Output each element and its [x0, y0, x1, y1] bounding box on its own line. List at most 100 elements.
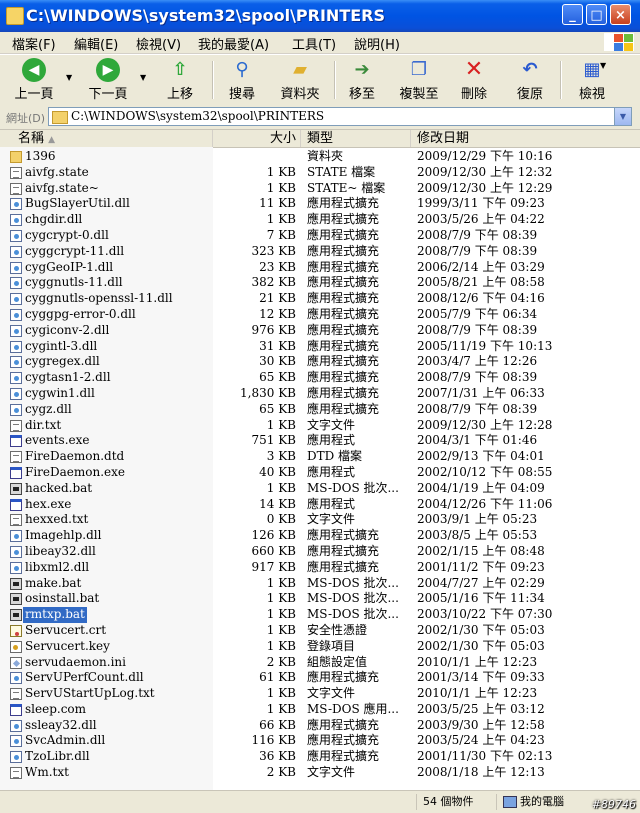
back-dropdown-icon[interactable]: ▼ [66, 73, 72, 82]
file-date: 2002/9/13 下午 04:01 [417, 449, 545, 464]
folders-button[interactable]: ▰ 資料夾 [274, 58, 326, 102]
file-row[interactable]: cyggnutls-openssl-11.dll 21 KB 應用程式擴充 2008/… [0, 291, 640, 307]
copy-to-button[interactable]: ❐ 複製至 [392, 58, 446, 102]
file-size: 751 KB [251, 433, 296, 448]
file-size: 1 KB [266, 164, 296, 179]
file-row[interactable]: 1396 資料夾 2009/12/29 下午 10:16 [0, 149, 640, 165]
file-row[interactable]: Servucert.crt 1 KB 安全性憑證 2002/1/30 下午 05:03 [0, 623, 640, 639]
file-date: 2003/8/5 上午 05:53 [417, 528, 538, 543]
file-row[interactable]: cygwin1.dll 1,830 KB 應用程式擴充 2007/1/31 上午 06… [0, 386, 640, 402]
file-row[interactable]: servudaemon.ini 2 KB 組態設定值 2010/1/1 上午 12:2… [0, 655, 640, 671]
search-icon: ⚲ [235, 59, 249, 80]
file-name: servudaemon.ini [25, 654, 126, 669]
file-row[interactable]: ServUStartUpLog.txt 1 KB 文字文件 2010/1/1 上午 1… [0, 686, 640, 702]
file-row[interactable]: FireDaemon.dtd 3 KB DTD 檔案 2002/9/13 下午 04:… [0, 449, 640, 465]
file-name: BugSlayerUtil.dll [25, 196, 130, 211]
views-dropdown-icon[interactable]: ▼ [600, 61, 606, 70]
file-row[interactable]: aivfg.state~ 1 KB STATE~ 檔案 2009/12/30 上午 1… [0, 181, 640, 197]
file-size: 40 KB [259, 464, 296, 479]
file-row[interactable]: Imagehlp.dll 126 KB 應用程式擴充 2003/8/5 上午 05:5… [0, 528, 640, 544]
folder-file-icon [10, 151, 22, 163]
file-row[interactable]: cygregex.dll 30 KB 應用程式擴充 2003/4/7 上午 12:26 [0, 354, 640, 370]
undo-button[interactable]: ↶ 復原 [510, 58, 550, 102]
file-row[interactable]: aivfg.state 1 KB STATE 檔案 2009/12/30 上午 12:… [0, 165, 640, 181]
file-row[interactable]: cygtasn1-2.dll 65 KB 應用程式擴充 2008/7/9 下午 08:… [0, 370, 640, 386]
close-button[interactable]: × [610, 4, 631, 25]
file-date: 1999/3/11 下午 09:23 [417, 196, 545, 211]
file-row[interactable]: make.bat 1 KB MS-DOS 批次... 2004/7/27 上午 02:… [0, 576, 640, 592]
file-row[interactable]: ServUPerfCount.dll 61 KB 應用程式擴充 2001/3/14 下… [0, 670, 640, 686]
file-date: 2005/8/21 上午 08:58 [417, 275, 545, 290]
file-row[interactable]: cyggnutls-11.dll 382 KB 應用程式擴充 2005/8/21 上午… [0, 275, 640, 291]
file-row[interactable]: sleep.com 1 KB MS-DOS 應用... 2003/5/25 上午 03… [0, 702, 640, 718]
file-row[interactable]: cygcrypt-0.dll 7 KB 應用程式擴充 2008/7/9 下午 08:3… [0, 228, 640, 244]
file-date: 2010/1/1 上午 12:23 [417, 686, 538, 701]
file-row[interactable]: cyggcrypt-11.dll 323 KB 應用程式擴充 2008/7/9 下午 … [0, 244, 640, 260]
file-row[interactable]: chgdir.dll 1 KB 應用程式擴充 2003/5/26 上午 04:22 [0, 212, 640, 228]
file-date: 2003/4/7 上午 12:26 [417, 354, 538, 369]
file-row[interactable]: cygintl-3.dll 31 KB 應用程式擴充 2005/11/19 下午 10… [0, 339, 640, 355]
file-size: 1 KB [266, 607, 296, 622]
file-row[interactable]: Wm.txt 2 KB 文字文件 2008/1/18 上午 12:13 [0, 765, 640, 781]
file-row[interactable]: FireDaemon.exe 40 KB 應用程式 2002/10/12 下午 08:… [0, 465, 640, 481]
maximize-button[interactable]: □ [586, 4, 607, 25]
file-row[interactable]: cygiconv-2.dll 976 KB 應用程式擴充 2008/7/9 下午 08… [0, 323, 640, 339]
file-name: cyggnutls-openssl-11.dll [25, 291, 173, 306]
file-row[interactable]: hexxed.txt 0 KB 文字文件 2003/9/1 上午 05:23 [0, 512, 640, 528]
forward-button[interactable]: ▶ 下一頁 [82, 58, 134, 102]
menu-edit[interactable]: 編輯(E) [74, 34, 118, 53]
file-type: 應用程式擴充 [307, 401, 380, 416]
column-type-header[interactable]: 類型 [301, 130, 411, 147]
menu-file[interactable]: 檔案(F) [12, 34, 56, 53]
menu-view[interactable]: 檢視(V) [136, 34, 181, 53]
file-row[interactable]: libxml2.dll 917 KB 應用程式擴充 2001/11/2 下午 09:2… [0, 560, 640, 576]
file-name: Wm.txt [25, 765, 69, 780]
file-row[interactable]: cygGeoIP-1.dll 23 KB 應用程式擴充 2006/2/14 上午 03… [0, 260, 640, 276]
file-row[interactable]: TzoLibr.dll 36 KB 應用程式擴充 2001/11/30 下午 02:1… [0, 749, 640, 765]
title-bar[interactable]: C:\WINDOWS\system32\spool\PRINTERS _ □ × [0, 0, 640, 32]
file-row[interactable]: rmtxp.bat 1 KB MS-DOS 批次... 2003/10/22 下午 0… [0, 607, 640, 623]
column-size-header[interactable]: 大小 [213, 130, 301, 147]
column-date-header[interactable]: 修改日期 [411, 130, 640, 147]
file-row[interactable]: hex.exe 14 KB 應用程式 2004/12/26 下午 11:06 [0, 497, 640, 513]
file-row[interactable]: cygz.dll 65 KB 應用程式擴充 2008/7/9 下午 08:39 [0, 402, 640, 418]
file-row[interactable]: cyggpg-error-0.dll 12 KB 應用程式擴充 2005/7/9 下午… [0, 307, 640, 323]
column-name-header[interactable]: 名稱 ▲ [0, 130, 213, 147]
file-row[interactable]: SvcAdmin.dll 116 KB 應用程式擴充 2003/5/24 上午 04:… [0, 733, 640, 749]
delete-button[interactable]: ✕ 刪除 [454, 58, 494, 103]
file-row[interactable]: ssleay32.dll 66 KB 應用程式擴充 2003/9/30 上午 12:5… [0, 718, 640, 734]
file-row[interactable]: events.exe 751 KB 應用程式 2004/3/1 下午 01:46 [0, 433, 640, 449]
menu-favorites[interactable]: 我的最愛(A) [198, 34, 269, 53]
file-date: 2003/9/1 上午 05:23 [417, 512, 538, 527]
file-name: chgdir.dll [25, 212, 83, 227]
file-size: 2 KB [266, 765, 296, 780]
file-row[interactable]: dir.txt 1 KB 文字文件 2009/12/30 上午 12:28 [0, 418, 640, 434]
file-name: TzoLibr.dll [25, 749, 90, 764]
file-name: dir.txt [25, 417, 62, 432]
bat-file-icon [10, 482, 22, 495]
file-name: hex.exe [25, 496, 72, 511]
up-button[interactable]: ⇧ 上移 [160, 58, 200, 102]
minimize-button[interactable]: _ [562, 4, 583, 25]
menu-help[interactable]: 說明(H) [354, 34, 400, 53]
file-date: 2008/7/9 下午 08:39 [417, 370, 538, 385]
file-row[interactable]: osinstall.bat 1 KB MS-DOS 批次... 2005/1/16 下… [0, 591, 640, 607]
file-type: 應用程式擴充 [307, 385, 380, 400]
file-size: 1 KB [266, 575, 296, 590]
address-input[interactable]: C:\WINDOWS\system32\spool\PRINTERS ▼ [48, 107, 632, 126]
file-row[interactable]: libeay32.dll 660 KB 應用程式擴充 2002/1/15 上午 08:… [0, 544, 640, 560]
file-row[interactable]: Servucert.key 1 KB 登錄項目 2002/1/30 下午 05:03 [0, 639, 640, 655]
folders-icon: ▰ [293, 59, 307, 80]
file-rows: 1396 資料夾 2009/12/29 下午 10:16 aivfg.state 1 K… [0, 149, 640, 781]
file-size: 0 KB [266, 512, 296, 527]
menu-tools[interactable]: 工具(T) [292, 34, 336, 53]
move-to-button[interactable]: ➔ 移至 [342, 58, 382, 102]
file-row[interactable]: BugSlayerUtil.dll 11 KB 應用程式擴充 1999/3/11 下午… [0, 196, 640, 212]
file-name: hexxed.txt [25, 512, 89, 527]
back-button[interactable]: ◀ 上一頁 [8, 58, 60, 102]
address-dropdown-icon[interactable]: ▼ [614, 108, 631, 125]
object-count: 54 個物件 [416, 794, 495, 810]
search-button[interactable]: ⚲ 搜尋 [222, 58, 262, 102]
forward-dropdown-icon[interactable]: ▼ [140, 73, 146, 82]
file-row[interactable]: hacked.bat 1 KB MS-DOS 批次... 2004/1/19 上午 0… [0, 481, 640, 497]
